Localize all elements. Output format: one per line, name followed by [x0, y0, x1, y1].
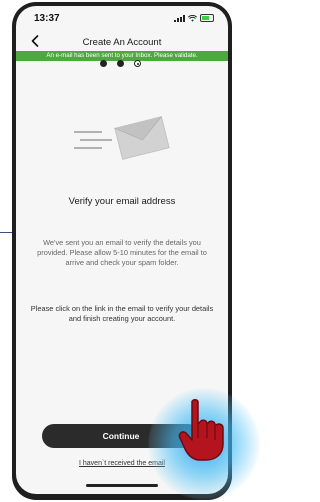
- envelope-icon: [74, 116, 170, 160]
- status-icons: [174, 14, 214, 22]
- verify-description: We've sent you an email to verify the de…: [37, 238, 207, 267]
- step-dot-2: [117, 60, 124, 67]
- step-dot-3-current: [134, 60, 141, 67]
- verify-instruction: Please click on the link in the email to…: [30, 304, 214, 323]
- status-bar: 13:37: [16, 6, 228, 28]
- page-title: Create An Account: [82, 37, 162, 48]
- step-indicator: [100, 60, 141, 67]
- status-time: 13:37: [34, 13, 60, 24]
- verify-heading: Verify your email address: [68, 196, 176, 207]
- wifi-icon: [188, 15, 197, 22]
- signal-icon: [174, 15, 185, 22]
- hand-pointer-icon: [178, 399, 224, 461]
- home-indicator: [86, 484, 158, 487]
- step-dot-1: [100, 60, 107, 67]
- battery-icon: [200, 14, 214, 22]
